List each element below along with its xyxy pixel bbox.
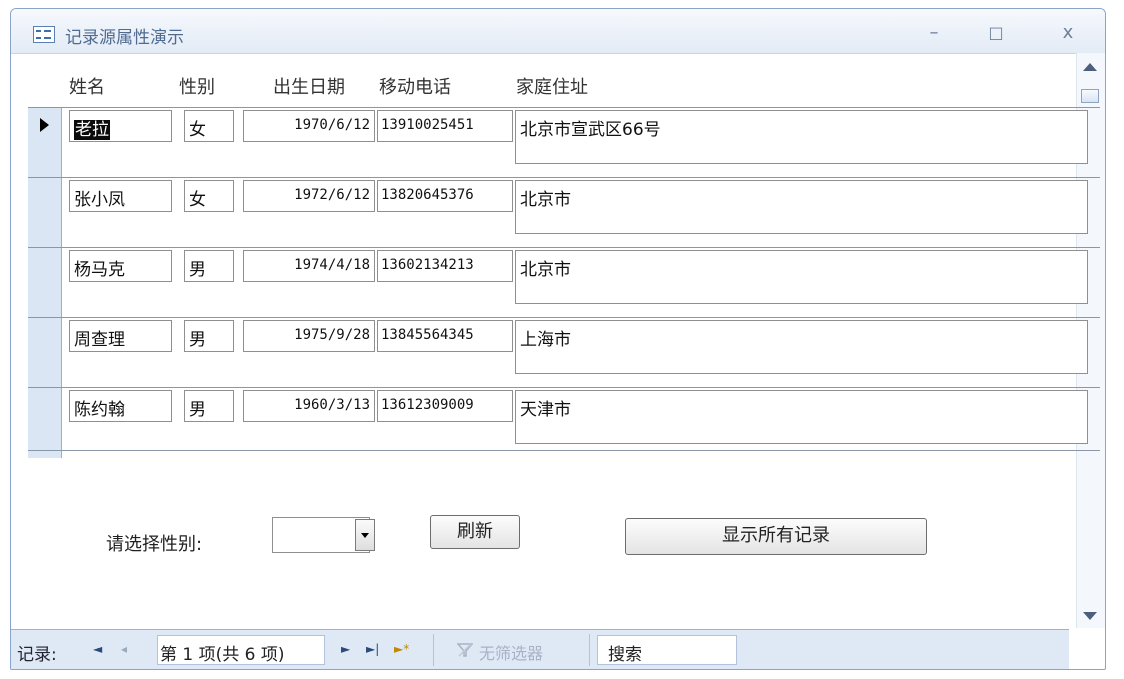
mobile-phone-field[interactable]: 13602134213 [377,250,513,282]
no-filter-indicator[interactable]: 无筛选器 [479,640,543,664]
column-header-phone: 移动电话 [379,77,451,98]
record-selector[interactable] [28,388,62,458]
birth-date-field[interactable]: 1970/6/12 [243,110,375,142]
scroll-thumb[interactable] [1081,89,1099,103]
record-selector[interactable] [28,248,62,318]
gender-field[interactable]: 女 [184,110,234,142]
record-row: 周查理 男 1975/9/28 13845564345 上海市 [62,318,1100,388]
funnel-icon [457,643,473,657]
mobile-phone-field[interactable]: 13820645376 [377,180,513,212]
address-field[interactable]: 北京市宣武区66号 [515,110,1088,164]
previous-record-icon[interactable]: ◂ [121,642,127,656]
record-row: 杨马克 男 1974/4/18 13602134213 北京市 [62,248,1100,318]
maximize-button[interactable]: □ [981,21,1011,45]
record-row: 老拉 女 1970/6/12 13910025451 北京市宣武区66号 [62,108,1100,178]
current-record-icon [40,118,49,132]
column-header-gender: 性别 [179,77,215,98]
gender-field[interactable]: 男 [184,320,234,352]
birth-date-field[interactable]: 1974/4/18 [243,250,375,282]
mobile-phone-field[interactable]: 13845564345 [377,320,513,352]
mobile-phone-field[interactable]: 13612309009 [377,390,513,422]
record-row: 陈约翰 男 1960/3/13 13612309009 天津市 [62,388,1100,458]
birth-date-field[interactable]: 1972/6/12 [243,180,375,212]
scroll-down-icon[interactable] [1083,612,1097,620]
gender-filter-label: 请选择性别: [106,534,203,555]
search-input[interactable]: 搜索 [597,635,737,665]
close-button[interactable]: x [1053,21,1083,45]
gender-field[interactable]: 女 [184,180,234,212]
refresh-button[interactable]: 刷新 [430,515,520,549]
birth-date-field[interactable]: 1960/3/13 [243,390,375,422]
dropdown-arrow-icon[interactable] [355,519,375,551]
scroll-up-icon[interactable] [1083,63,1097,71]
mobile-phone-field[interactable]: 13910025451 [377,110,513,142]
name-field[interactable]: 老拉 [69,110,172,142]
column-header-address: 家庭住址 [516,77,588,98]
status-separator [433,634,434,666]
minimize-button[interactable]: – [919,21,949,45]
gender-field[interactable]: 男 [184,390,234,422]
record-navigation-bar: 记录: ◄ ◂ 第 1 项(共 6 项) ► ►| ►* 无筛选器 搜索 [11,629,1069,669]
first-record-icon[interactable]: ◄ [93,642,102,656]
next-record-icon[interactable]: ► [341,642,350,656]
address-field[interactable]: 天津市 [515,390,1088,444]
column-header-name: 姓名 [69,77,105,98]
form-icon [33,26,55,43]
name-field[interactable]: 张小凤 [69,180,172,212]
current-record-position[interactable]: 第 1 项(共 6 项) [157,635,325,665]
name-field[interactable]: 陈约翰 [69,390,172,422]
record-selector-current[interactable] [28,108,62,178]
name-field[interactable]: 杨马克 [69,250,172,282]
last-record-icon[interactable]: ►| [366,642,379,656]
birth-date-field[interactable]: 1975/9/28 [243,320,375,352]
show-all-records-button[interactable]: 显示所有记录 [625,518,927,555]
name-field[interactable]: 周查理 [69,320,172,352]
gender-field[interactable]: 男 [184,250,234,282]
address-field[interactable]: 上海市 [515,320,1088,374]
status-separator [589,634,590,666]
record-label: 记录: [17,645,57,665]
window-title: 记录源属性演示 [65,28,184,48]
title-bar: 记录源属性演示 – □ x [11,9,1105,54]
record-row: 张小凤 女 1972/6/12 13820645376 北京市 [62,178,1100,248]
form-window: 记录源属性演示 – □ x 姓名 性别 出生日期 移动电话 家庭住址 老拉 女 … [10,8,1106,670]
address-field[interactable]: 北京市 [515,250,1088,304]
new-record-icon[interactable]: ►* [394,642,409,656]
record-selector[interactable] [28,318,62,388]
record-selector[interactable] [28,178,62,248]
detail-bottom-divider [28,450,1100,451]
address-field[interactable]: 北京市 [515,180,1088,234]
column-header-birth: 出生日期 [273,77,345,98]
